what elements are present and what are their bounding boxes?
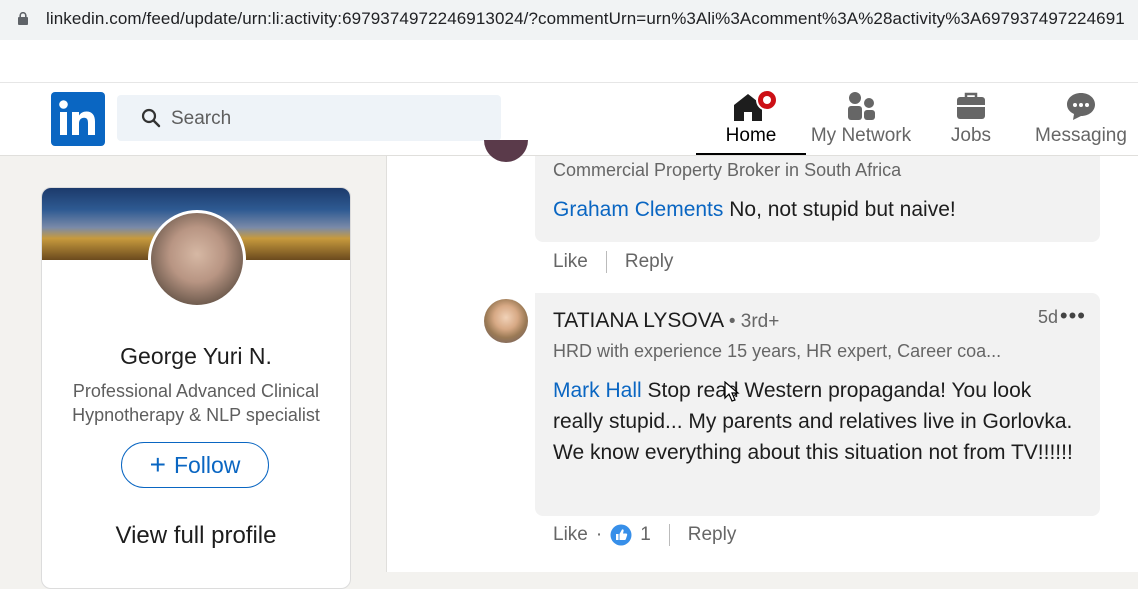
url-text[interactable]: linkedin.com/feed/update/urn:li:activity… xyxy=(46,9,1125,29)
comment-actions: Like Reply xyxy=(553,251,673,273)
briefcase-icon xyxy=(957,92,985,119)
search-placeholder: Search xyxy=(171,108,232,129)
search-input[interactable]: Search xyxy=(117,95,501,141)
mention-link[interactable]: Graham Clements xyxy=(553,198,723,221)
divider xyxy=(605,251,607,273)
profile-headline: Professional Advanced Clinical Hypnother… xyxy=(72,381,320,425)
commenter-headline: HRD with experience 15 years, HR expert,… xyxy=(553,341,1002,361)
nav-my-network[interactable]: My Network xyxy=(806,83,916,155)
comment-text: Graham Clements No, not stupid but naive… xyxy=(553,194,956,225)
like-button[interactable]: Like xyxy=(553,251,588,273)
view-full-profile-link[interactable]: View full profile xyxy=(42,522,350,550)
nav-jobs[interactable]: Jobs xyxy=(916,83,1026,155)
like-button[interactable]: Like xyxy=(553,524,588,546)
comment-text: Mark Hall Stop read Western propaganda! … xyxy=(553,375,1083,468)
commenter-avatar[interactable] xyxy=(484,140,528,162)
reply-button[interactable]: Reply xyxy=(625,251,674,273)
profile-name[interactable]: George Yuri N. xyxy=(42,343,350,370)
linkedin-logo[interactable] xyxy=(51,92,105,146)
comment-body: No, not stupid but naive! xyxy=(723,198,956,221)
nav-messaging[interactable]: Messaging xyxy=(1026,83,1136,155)
notification-badge xyxy=(756,89,778,111)
search-icon xyxy=(141,108,161,128)
follow-label: Follow xyxy=(173,451,241,478)
nav-my-network-label: My Network xyxy=(810,125,912,146)
nav-home-label: Home xyxy=(725,125,777,146)
network-icon xyxy=(848,92,875,120)
bookmarks-bar xyxy=(0,40,1138,83)
comment-actions: Like · 1 Reply xyxy=(553,524,736,546)
mention-link[interactable]: Mark Hall xyxy=(553,379,642,402)
separator-dot: · xyxy=(595,524,603,545)
commenter-name[interactable]: TATIANA LYSOVA • 3rd+ xyxy=(553,309,779,333)
author-name[interactable]: TATIANA LYSOVA xyxy=(553,309,723,332)
mouse-cursor-icon xyxy=(724,381,740,402)
profile-avatar[interactable] xyxy=(148,210,246,308)
commenter-avatar[interactable] xyxy=(484,299,528,343)
reaction-count[interactable]: 1 xyxy=(640,524,651,546)
lock-icon xyxy=(18,12,28,25)
like-reaction-icon[interactable] xyxy=(610,524,632,546)
comment-bubble: TATIANA LYSOVA • 3rd+ 5d ••• HRD with ex… xyxy=(535,293,1100,516)
global-nav: Search Home My Network Jobs Messaging xyxy=(0,83,1138,156)
follow-button[interactable]: + Follow xyxy=(121,442,269,488)
divider xyxy=(668,524,670,546)
profile-card: George Yuri N. Professional Advanced Cli… xyxy=(41,187,351,589)
connection-degree: • 3rd+ xyxy=(728,311,780,332)
nav-messaging-label: Messaging xyxy=(1035,125,1127,146)
linkedin-logo-icon xyxy=(59,100,95,135)
more-options-icon[interactable]: ••• xyxy=(1060,303,1086,329)
plus-icon: + xyxy=(149,449,166,480)
comment-timestamp: 5d xyxy=(1037,307,1058,327)
browser-address-bar[interactable]: linkedin.com/feed/update/urn:li:activity… xyxy=(0,0,1138,40)
chat-icon xyxy=(1067,93,1095,120)
commenter-headline: Commercial Property Broker in South Afri… xyxy=(553,160,902,180)
nav-home[interactable]: Home xyxy=(696,83,806,155)
reply-button[interactable]: Reply xyxy=(688,524,737,546)
comment-bubble: Commercial Property Broker in South Afri… xyxy=(535,156,1100,242)
nav-jobs-label: Jobs xyxy=(950,125,992,146)
